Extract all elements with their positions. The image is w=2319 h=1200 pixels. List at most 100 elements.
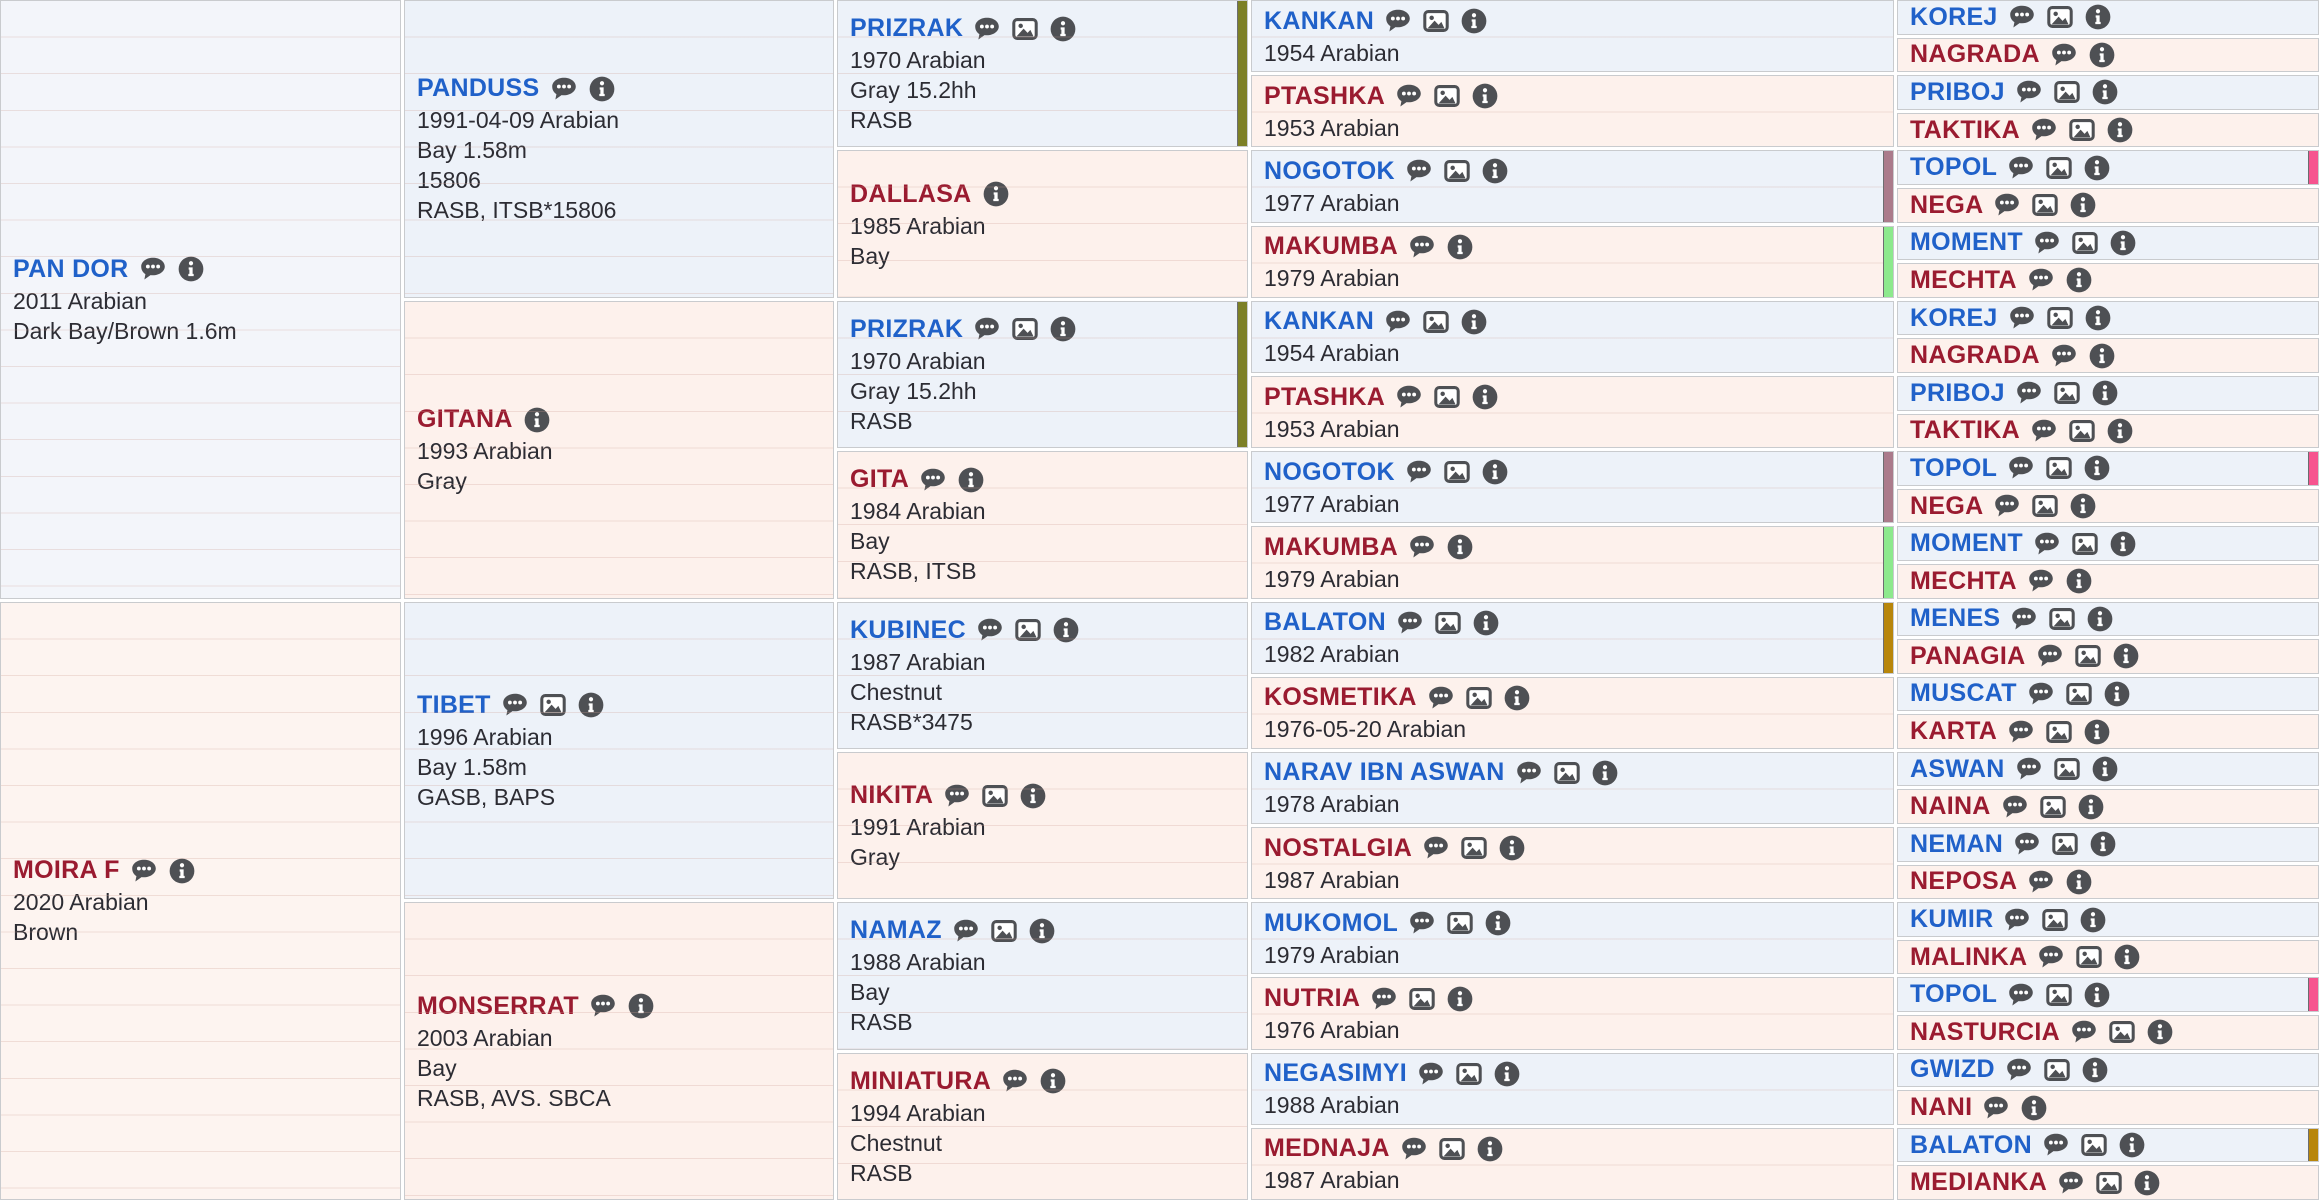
horse-name-link[interactable]: DALLASA <box>850 178 972 211</box>
horse-name-link[interactable]: PTASHKA <box>1264 381 1385 414</box>
info-icon[interactable] <box>2091 379 2119 407</box>
horse-name-link[interactable]: TAKTIKA <box>1910 114 2020 147</box>
info-icon[interactable] <box>1591 759 1619 787</box>
info-icon[interactable] <box>1471 82 1499 110</box>
photo-icon[interactable] <box>1011 15 1039 43</box>
horse-name-link[interactable]: MOMENT <box>1910 226 2023 259</box>
comment-bubble-icon[interactable] <box>976 616 1004 644</box>
info-icon[interactable] <box>2084 304 2112 332</box>
photo-icon[interactable] <box>2080 1131 2108 1159</box>
info-icon[interactable] <box>1019 782 1047 810</box>
horse-name-link[interactable]: PRIBOJ <box>1910 76 2005 109</box>
comment-bubble-icon[interactable] <box>943 782 971 810</box>
comment-bubble-icon[interactable] <box>973 15 1001 43</box>
comment-bubble-icon[interactable] <box>139 255 167 283</box>
info-icon[interactable] <box>1446 985 1474 1013</box>
info-icon[interactable] <box>2106 417 2134 445</box>
comment-bubble-icon[interactable] <box>1982 1094 2010 1122</box>
comment-bubble-icon[interactable] <box>1993 191 2021 219</box>
photo-icon[interactable] <box>2108 1018 2136 1046</box>
comment-bubble-icon[interactable] <box>1384 308 1412 336</box>
horse-name-link[interactable]: TIBET <box>417 689 491 722</box>
info-icon[interactable] <box>2069 191 2097 219</box>
photo-icon[interactable] <box>2045 154 2073 182</box>
photo-icon[interactable] <box>2053 755 2081 783</box>
info-icon[interactable] <box>2083 718 2111 746</box>
horse-name-link[interactable]: MALINKA <box>1910 941 2027 974</box>
photo-icon[interactable] <box>2095 1169 2123 1197</box>
info-icon[interactable] <box>2065 266 2093 294</box>
comment-bubble-icon[interactable] <box>1395 82 1423 110</box>
photo-icon[interactable] <box>2045 718 2073 746</box>
horse-name-link[interactable]: MOMENT <box>1910 527 2023 560</box>
photo-icon[interactable] <box>2075 943 2103 971</box>
horse-name-link[interactable]: MECHTA <box>1910 264 2017 297</box>
info-icon[interactable] <box>1446 233 1474 261</box>
info-icon[interactable] <box>2103 680 2131 708</box>
comment-bubble-icon[interactable] <box>589 992 617 1020</box>
horse-name-link[interactable]: NEGA <box>1910 490 1983 523</box>
horse-name-link[interactable]: PANAGIA <box>1910 640 2026 673</box>
info-icon[interactable] <box>2118 1131 2146 1159</box>
horse-name-link[interactable]: MUKOMOL <box>1264 907 1398 940</box>
info-icon[interactable] <box>1484 909 1512 937</box>
comment-bubble-icon[interactable] <box>973 315 1001 343</box>
horse-name-link[interactable]: NAINA <box>1910 790 1991 823</box>
horse-name-link[interactable]: KOREJ <box>1910 1 1998 34</box>
photo-icon[interactable] <box>2046 304 2074 332</box>
comment-bubble-icon[interactable] <box>2050 41 2078 69</box>
photo-icon[interactable] <box>1443 157 1471 185</box>
photo-icon[interactable] <box>1422 7 1450 35</box>
comment-bubble-icon[interactable] <box>2001 793 2029 821</box>
info-icon[interactable] <box>2146 1018 2174 1046</box>
horse-name-link[interactable]: NOGOTOK <box>1264 456 1395 489</box>
info-icon[interactable] <box>2065 567 2093 595</box>
comment-bubble-icon[interactable] <box>2033 530 2061 558</box>
comment-bubble-icon[interactable] <box>2013 830 2041 858</box>
info-icon[interactable] <box>588 75 616 103</box>
photo-icon[interactable] <box>2045 981 2073 1009</box>
photo-icon[interactable] <box>981 782 1009 810</box>
info-icon[interactable] <box>627 992 655 1020</box>
horse-name-link[interactable]: KOSMETIKA <box>1264 681 1417 714</box>
photo-icon[interactable] <box>1011 315 1039 343</box>
horse-name-link[interactable]: KUMIR <box>1910 903 1993 936</box>
horse-name-link[interactable]: GITA <box>850 463 909 496</box>
comment-bubble-icon[interactable] <box>952 917 980 945</box>
horse-name-link[interactable]: PANDUSS <box>417 72 540 105</box>
horse-name-link[interactable]: MECHTA <box>1910 565 2017 598</box>
photo-icon[interactable] <box>1433 82 1461 110</box>
comment-bubble-icon[interactable] <box>2015 379 2043 407</box>
info-icon[interactable] <box>1049 15 1077 43</box>
horse-name-link[interactable]: MENES <box>1910 602 2000 635</box>
photo-icon[interactable] <box>2053 78 2081 106</box>
info-icon[interactable] <box>1460 7 1488 35</box>
info-icon[interactable] <box>2065 868 2093 896</box>
comment-bubble-icon[interactable] <box>2057 1169 2085 1197</box>
horse-name-link[interactable]: BALATON <box>1910 1129 2032 1162</box>
photo-icon[interactable] <box>1443 458 1471 486</box>
horse-name-link[interactable]: PRIZRAK <box>850 313 963 346</box>
comment-bubble-icon[interactable] <box>2008 304 2036 332</box>
comment-bubble-icon[interactable] <box>1001 1067 1029 1095</box>
comment-bubble-icon[interactable] <box>550 75 578 103</box>
photo-icon[interactable] <box>1014 616 1042 644</box>
info-icon[interactable] <box>2113 943 2141 971</box>
horse-name-link[interactable]: MAKUMBA <box>1264 531 1398 564</box>
comment-bubble-icon[interactable] <box>2015 78 2043 106</box>
photo-icon[interactable] <box>2074 642 2102 670</box>
comment-bubble-icon[interactable] <box>2036 642 2064 670</box>
horse-name-link[interactable]: NAMAZ <box>850 914 942 947</box>
horse-name-link[interactable]: KANKAN <box>1264 5 1374 38</box>
comment-bubble-icon[interactable] <box>1384 7 1412 35</box>
info-icon[interactable] <box>2133 1169 2161 1197</box>
comment-bubble-icon[interactable] <box>1405 157 1433 185</box>
info-icon[interactable] <box>177 255 205 283</box>
horse-name-link[interactable]: NEGASIMYI <box>1264 1057 1407 1090</box>
horse-name-link[interactable]: GWIZD <box>1910 1053 1995 1086</box>
horse-name-link[interactable]: NEMAN <box>1910 828 2003 861</box>
info-icon[interactable] <box>1446 533 1474 561</box>
info-icon[interactable] <box>1460 308 1488 336</box>
comment-bubble-icon[interactable] <box>2033 229 2061 257</box>
comment-bubble-icon[interactable] <box>130 857 158 885</box>
